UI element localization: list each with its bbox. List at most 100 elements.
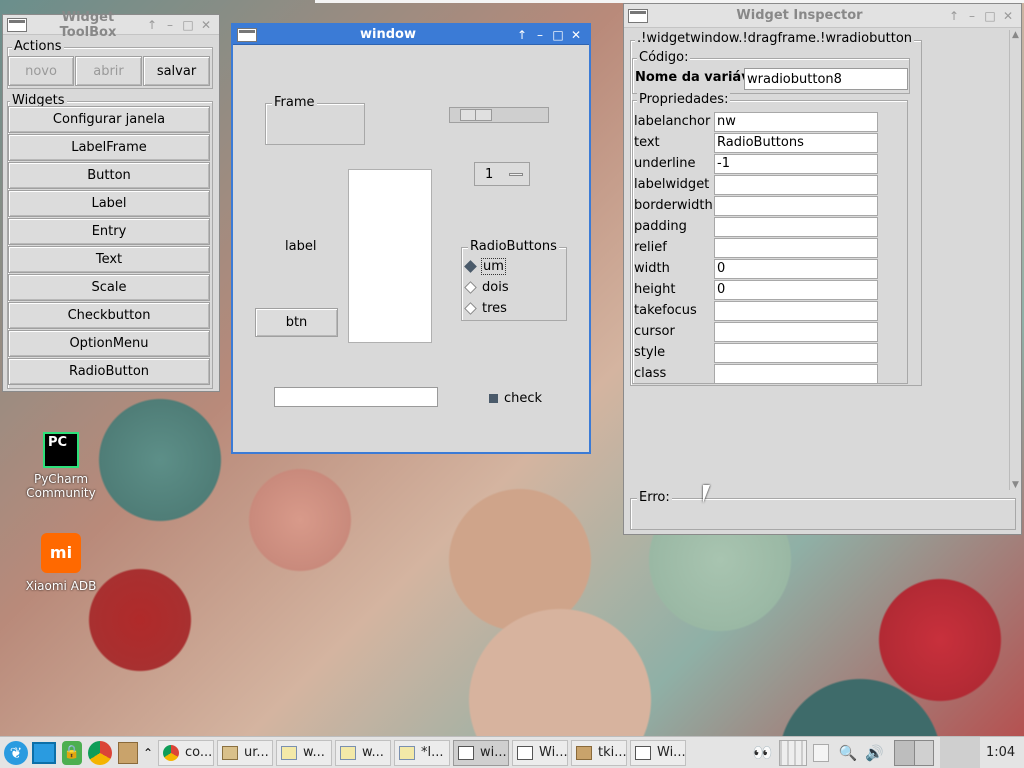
prop-value-field[interactable]: -1 <box>714 153 878 174</box>
prop-value-field[interactable] <box>714 300 878 321</box>
task-item[interactable]: *l... <box>394 739 450 766</box>
preview-spinbox[interactable]: 1 <box>474 162 530 186</box>
actions-label: Actions <box>12 39 64 54</box>
taskbar: ❦ 🔒 ⌃ co... ur... w... w... *l... wi... Wi... t… <box>0 736 1024 768</box>
erro-label: Erro: <box>637 490 672 505</box>
close-icon[interactable]: ✕ <box>999 9 1017 23</box>
prop-row-padding: padding <box>634 216 879 237</box>
radio-item-um[interactable]: um <box>463 257 506 275</box>
task-item[interactable]: ur... <box>217 739 273 766</box>
toolbox-titlebar[interactable]: Widget ToolBox ↑ – □ ✕ <box>3 10 219 40</box>
preview-label: label <box>285 239 317 254</box>
keep-above-icon[interactable]: ↑ <box>945 9 963 23</box>
task-item[interactable]: w... <box>276 739 332 766</box>
workspace-switcher[interactable] <box>894 739 934 766</box>
task-item[interactable]: Wi... <box>512 739 568 766</box>
keep-above-icon[interactable]: ↑ <box>143 18 161 32</box>
widget-button-radiobutton[interactable]: RadioButton <box>8 358 210 385</box>
prop-value-field[interactable] <box>714 342 878 363</box>
prop-value-field[interactable] <box>714 237 878 258</box>
expand-tray-icon[interactable]: ⌃ <box>142 746 154 760</box>
prop-value-field[interactable] <box>714 195 878 216</box>
prop-value-field[interactable] <box>714 216 878 237</box>
props-table: labelanchor nw text RadioButtons underline -1… <box>634 111 879 384</box>
task-item[interactable]: tki... <box>571 739 627 766</box>
widget-button-button[interactable]: Button <box>8 162 210 189</box>
task-label: Wi... <box>657 745 686 760</box>
widget-button-text[interactable]: Text <box>8 246 210 273</box>
preview-entry[interactable] <box>274 387 438 407</box>
clipboard-icon[interactable] <box>812 743 829 762</box>
start-menu-icon[interactable]: ❦ <box>4 740 28 765</box>
minimize-icon[interactable]: – <box>963 9 981 23</box>
minimize-icon[interactable]: – <box>161 18 179 32</box>
lock-icon[interactable]: 🔒 <box>62 740 82 765</box>
preview-text-widget[interactable] <box>348 169 432 343</box>
minimize-icon[interactable]: – <box>531 28 549 42</box>
radio-item-dois[interactable]: dois <box>463 278 509 296</box>
preview-frame[interactable]: Frame <box>265 95 365 145</box>
spinbox-arrow-icon[interactable] <box>509 172 523 176</box>
scroll-up-icon[interactable]: ▲ <box>1010 30 1021 40</box>
novo-button[interactable]: novo <box>8 56 74 86</box>
maximize-icon[interactable]: □ <box>549 28 567 42</box>
maximize-icon[interactable]: □ <box>179 18 197 32</box>
workspace-2[interactable] <box>914 740 933 765</box>
widget-button-entry[interactable]: Entry <box>8 218 210 245</box>
inspector-title: Widget Inspector <box>736 8 863 23</box>
props-label: Propriedades: <box>637 92 731 107</box>
close-icon[interactable]: ✕ <box>567 28 585 42</box>
notes-icon <box>576 745 592 760</box>
volume-icon[interactable]: 🔊 <box>865 744 884 762</box>
varname-field[interactable]: wradiobutton8 <box>744 68 908 90</box>
clock[interactable]: 1:04 <box>986 745 1020 760</box>
task-item[interactable]: Wi... <box>630 739 686 766</box>
workspace-1[interactable] <box>895 740 915 765</box>
task-item[interactable]: w... <box>335 739 391 766</box>
prop-value-field[interactable]: 0 <box>714 258 878 279</box>
prop-row-borderwidth: borderwidth <box>634 195 879 216</box>
prop-value-field[interactable] <box>714 321 878 342</box>
prop-value-field[interactable]: 0 <box>714 279 878 300</box>
magnifier-icon[interactable]: 🔍 <box>839 744 858 762</box>
radio-item-tres[interactable]: tres <box>463 299 507 317</box>
window-icon <box>7 17 27 32</box>
widget-button-optionmenu[interactable]: OptionMenu <box>8 330 210 357</box>
widget-button-label[interactable]: Label <box>8 190 210 217</box>
prop-value-field[interactable]: RadioButtons <box>714 132 878 153</box>
abrir-button[interactable]: abrir <box>75 56 142 86</box>
preview-scale[interactable] <box>449 107 549 123</box>
checkbox-label: check <box>504 390 543 406</box>
task-label: w... <box>303 745 325 760</box>
widget-button-checkbutton[interactable]: Checkbutton <box>8 302 210 329</box>
python-icon <box>399 745 415 760</box>
prop-name: labelwidget <box>634 177 710 192</box>
prop-value-field[interactable] <box>714 174 878 195</box>
widget-button-scale[interactable]: Scale <box>8 274 210 301</box>
widget-button-configurar-janela[interactable]: Configurar janela <box>8 106 210 133</box>
maximize-icon[interactable]: □ <box>981 9 999 23</box>
task-item[interactable]: wi... <box>453 739 509 766</box>
preview-btn[interactable]: btn <box>255 308 338 337</box>
task-item[interactable]: co... <box>158 739 214 766</box>
show-desktop-icon[interactable] <box>32 741 56 764</box>
close-icon[interactable]: ✕ <box>197 18 215 32</box>
salvar-button[interactable]: salvar <box>143 56 210 86</box>
scale-slider-handle[interactable] <box>460 109 492 121</box>
desktop-icon-xiaomi-adb[interactable]: mi Xiaomi ADB <box>22 533 100 593</box>
scroll-down-icon[interactable]: ▼ <box>1010 480 1021 490</box>
task-label: ur... <box>244 745 269 760</box>
preview-checkbutton[interactable]: check <box>489 389 542 407</box>
tray-spacer <box>940 736 980 768</box>
widget-button-labelframe[interactable]: LabelFrame <box>8 134 210 161</box>
prop-value-field[interactable] <box>714 363 878 384</box>
desktop-icon-pycharm[interactable]: PC PyCharm Community <box>22 432 100 500</box>
network-tool-icon[interactable] <box>118 741 138 764</box>
chrome-icon[interactable] <box>88 740 112 765</box>
preview-frame-label: Frame <box>272 95 317 110</box>
keep-above-icon[interactable]: ↑ <box>513 28 531 42</box>
inspector-scrollbar[interactable]: ▲ ▼ <box>1009 30 1021 490</box>
preview-titlebar[interactable]: window ↑ – □ ✕ <box>233 25 589 45</box>
inspector-titlebar[interactable]: Widget Inspector ↑ – □ ✕ <box>624 4 1021 28</box>
prop-value-field[interactable]: nw <box>714 111 878 132</box>
